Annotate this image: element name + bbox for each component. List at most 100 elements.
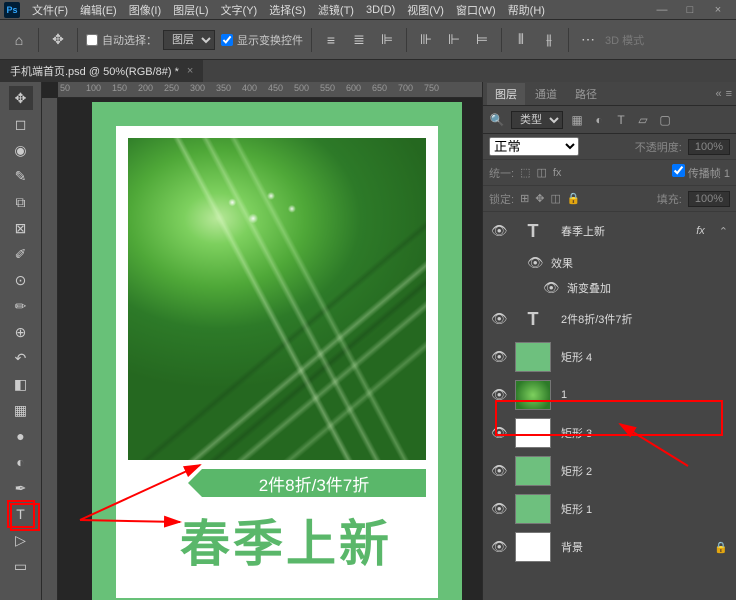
visibility-icon[interactable]: 👁 <box>543 280 557 296</box>
brush-tool[interactable]: ✏ <box>9 294 33 318</box>
fill-value[interactable]: 100% <box>688 191 730 207</box>
pen-tool[interactable]: ✒ <box>9 476 33 500</box>
visibility-icon[interactable]: 👁 <box>491 539 505 555</box>
layer-row[interactable]: 👁背景🔒 <box>483 528 736 566</box>
healing-tool[interactable]: ⊙ <box>9 268 33 292</box>
distribute-icon[interactable]: ⫵ <box>538 29 560 51</box>
type-tool[interactable]: T <box>9 502 33 526</box>
document-tab[interactable]: 手机端首页.psd @ 50%(RGB/8#) *× <box>0 60 203 82</box>
filter-pixel-icon[interactable]: ▦ <box>569 113 585 127</box>
layer-row[interactable]: 👁T2件8折/3件7折 <box>483 300 736 338</box>
menu-window[interactable]: 窗口(W) <box>450 2 502 18</box>
layer-effects[interactable]: 👁效果 <box>483 250 736 276</box>
menu-3d[interactable]: 3D(D) <box>360 4 401 16</box>
tab-channels[interactable]: 通道 <box>527 83 565 105</box>
visibility-icon[interactable]: 👁 <box>491 311 505 327</box>
lock-position-icon[interactable]: ✥ <box>535 192 544 205</box>
panel-arrows-icon[interactable]: « <box>715 88 721 100</box>
eraser-tool[interactable]: ◧ <box>9 372 33 396</box>
visibility-icon[interactable]: 👁 <box>491 387 505 403</box>
menu-layer[interactable]: 图层(L) <box>167 2 214 18</box>
blur-tool[interactable]: ● <box>9 424 33 448</box>
menu-type[interactable]: 文字(Y) <box>215 2 264 18</box>
menu-filter[interactable]: 滤镜(T) <box>312 2 360 18</box>
shape-thumb <box>515 418 551 448</box>
tab-layers[interactable]: 图层 <box>487 83 525 105</box>
menu-help[interactable]: 帮助(H) <box>502 2 551 18</box>
chevron-icon[interactable]: ⌃ <box>719 225 728 238</box>
distribute-icon[interactable]: ⫴ <box>510 29 532 51</box>
move-tool-icon[interactable]: ✥ <box>47 29 69 51</box>
document-tabs: 手机端首页.psd @ 50%(RGB/8#) *× <box>0 60 736 82</box>
bg-thumb <box>515 532 551 562</box>
home-icon[interactable]: ⌂ <box>8 29 30 51</box>
eyedropper-tool[interactable]: ✐ <box>9 242 33 266</box>
search-icon[interactable]: 🔍 <box>489 113 505 127</box>
frame-tool[interactable]: ⊠ <box>9 216 33 240</box>
layer-effect-item[interactable]: 👁渐变叠加 <box>483 276 736 300</box>
align-icon[interactable]: ⊨ <box>471 29 493 51</box>
panel-menu-icon[interactable]: ≡ <box>726 88 732 100</box>
blend-mode-dropdown[interactable]: 正常 <box>489 137 579 156</box>
crop-tool[interactable]: ⧉ <box>9 190 33 214</box>
filter-shape-icon[interactable]: ▱ <box>635 113 651 127</box>
opacity-value[interactable]: 100% <box>688 139 730 155</box>
align-icon[interactable]: ≡ <box>320 29 342 51</box>
menu-file[interactable]: 文件(F) <box>26 2 74 18</box>
auto-select-checkbox[interactable]: 自动选择： <box>86 32 157 48</box>
unify-icon[interactable]: ◫ <box>536 166 546 179</box>
stamp-tool[interactable]: ⊕ <box>9 320 33 344</box>
menu-select[interactable]: 选择(S) <box>263 2 312 18</box>
photo <box>128 138 426 460</box>
menu-image[interactable]: 图像(I) <box>123 2 167 18</box>
show-transform-checkbox[interactable]: 显示变换控件 <box>221 32 303 48</box>
move-tool[interactable]: ✥ <box>9 86 33 110</box>
history-brush-tool[interactable]: ↶ <box>9 346 33 370</box>
rectangle-tool[interactable]: ▭ <box>9 554 33 578</box>
menu-view[interactable]: 视图(V) <box>401 2 450 18</box>
layer-row[interactable]: 👁T春季上新fx⌃ <box>483 212 736 250</box>
maximize-button[interactable]: □ <box>676 4 704 16</box>
visibility-icon[interactable]: 👁 <box>527 255 541 271</box>
marquee-tool[interactable]: ◻ <box>9 112 33 136</box>
quick-select-tool[interactable]: ✎ <box>9 164 33 188</box>
minimize-button[interactable]: — <box>648 4 676 16</box>
type-thumb: T <box>515 216 551 246</box>
visibility-icon[interactable]: 👁 <box>491 463 505 479</box>
close-tab-icon[interactable]: × <box>187 65 193 77</box>
filter-adjust-icon[interactable]: ◐ <box>591 113 607 127</box>
align-icon[interactable]: ⊪ <box>415 29 437 51</box>
layer-row[interactable]: 👁矩形 2 <box>483 452 736 490</box>
path-select-tool[interactable]: ▷ <box>9 528 33 552</box>
lasso-tool[interactable]: ◉ <box>9 138 33 162</box>
filter-kind-dropdown[interactable]: 类型 <box>511 111 563 129</box>
lock-pixels-icon[interactable]: ⊞ <box>520 192 529 205</box>
more-icon[interactable]: ⋯ <box>577 29 599 51</box>
gradient-tool[interactable]: ▦ <box>9 398 33 422</box>
propagate-checkbox[interactable] <box>672 164 685 177</box>
filter-smart-icon[interactable]: ▢ <box>657 113 673 127</box>
align-icon[interactable]: ⊫ <box>376 29 398 51</box>
filter-type-icon[interactable]: T <box>613 113 629 127</box>
visibility-icon[interactable]: 👁 <box>491 223 505 239</box>
dodge-tool[interactable]: ◐ <box>9 450 33 474</box>
visibility-icon[interactable]: 👁 <box>491 349 505 365</box>
lock-all-icon[interactable]: 🔒 <box>567 192 581 205</box>
lock-artboard-icon[interactable]: ◫ <box>551 192 561 205</box>
auto-select-dropdown[interactable]: 图层 <box>163 30 215 50</box>
align-icon[interactable]: ⊩ <box>443 29 465 51</box>
unify-fx-icon[interactable]: fx <box>553 167 562 179</box>
unify-icon[interactable]: ⬚ <box>520 166 530 179</box>
layer-row[interactable]: 👁矩形 1 <box>483 490 736 528</box>
visibility-icon[interactable]: 👁 <box>491 425 505 441</box>
layer-row[interactable]: 👁矩形 4 <box>483 338 736 376</box>
canvas[interactable]: 2件8折/3件7折 春季上新 <box>92 102 462 600</box>
close-button[interactable]: × <box>704 4 732 16</box>
layer-row[interactable]: 👁矩形 3 <box>483 414 736 452</box>
menu-edit[interactable]: 编辑(E) <box>74 2 123 18</box>
3d-mode-label: 3D 模式 <box>605 32 644 48</box>
align-icon[interactable]: ≣ <box>348 29 370 51</box>
visibility-icon[interactable]: 👁 <box>491 501 505 517</box>
tab-paths[interactable]: 路径 <box>567 83 605 105</box>
layer-row[interactable]: 👁1 <box>483 376 736 414</box>
